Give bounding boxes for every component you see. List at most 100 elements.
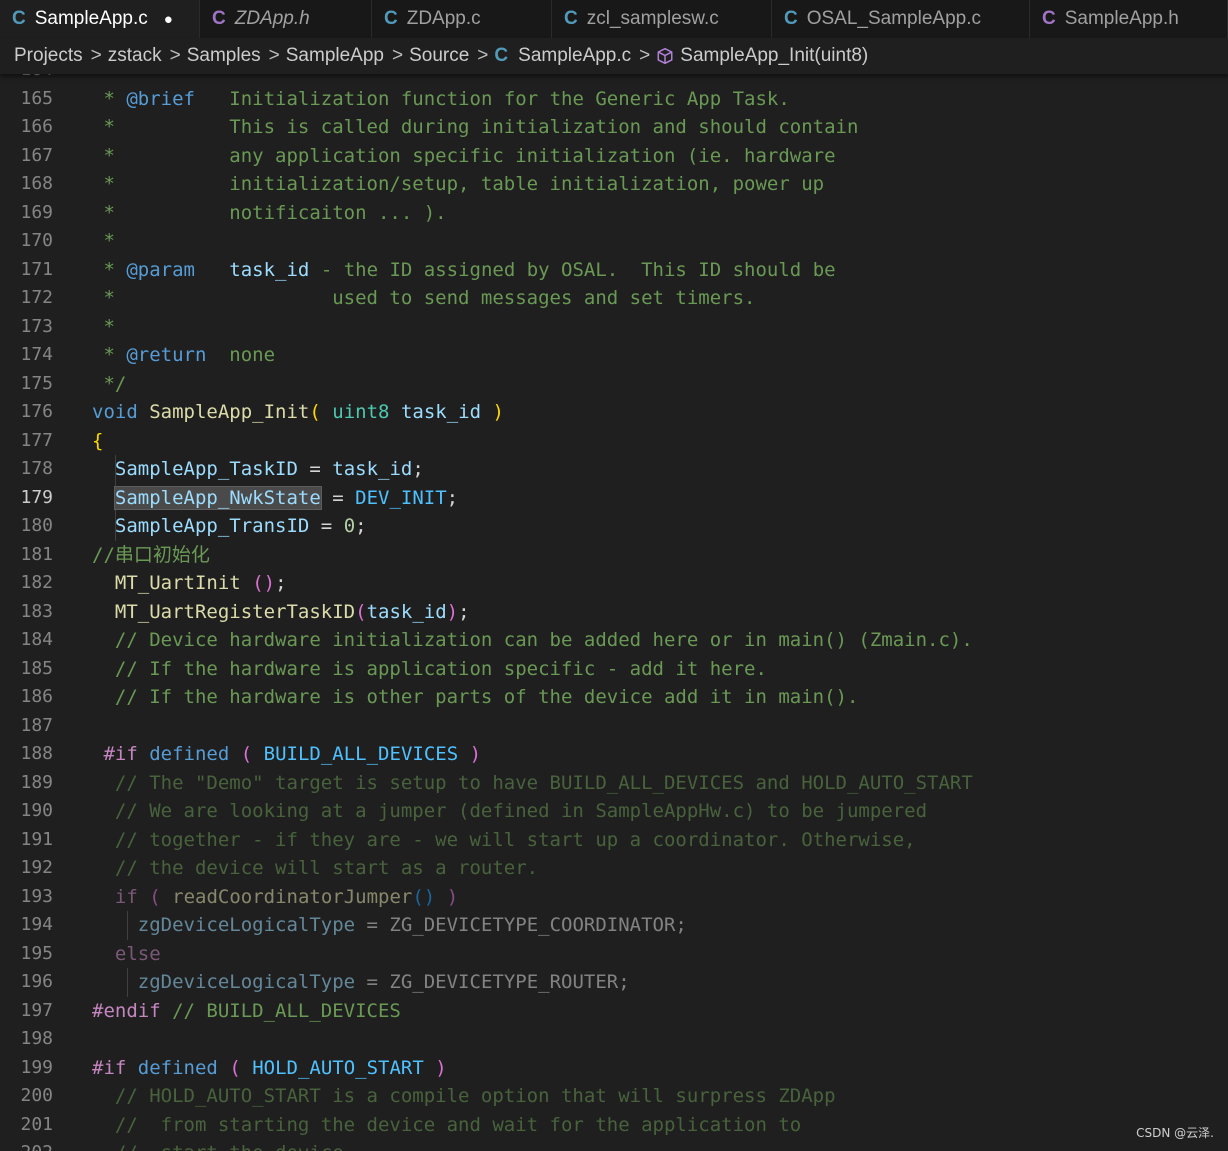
code-line: 180 SampleApp_TransID = 0; (0, 512, 1228, 541)
line-number: 194 (20, 914, 53, 935)
code-line: 194 zgDeviceLogicalType = ZG_DEVICETYPE_… (0, 911, 1228, 940)
line-number: 174 (20, 344, 53, 365)
code-line: 202 // start the device. (0, 1139, 1228, 1151)
line-number: 177 (20, 429, 53, 451)
breadcrumb-item[interactable]: Samples (187, 45, 261, 67)
code-token: DEV_INIT (355, 486, 447, 509)
code-line: 200 // HOLD_AUTO_START is a compile opti… (0, 1082, 1228, 1111)
code-token: zgDeviceLogicalType (137, 971, 356, 993)
code-token: ( (229, 1056, 241, 1079)
code-line: 193 if ( readCoordinatorJumper() ) (0, 883, 1228, 912)
tab-zdapp-h[interactable]: C ZDApp.h (200, 0, 372, 38)
code-line: 179 SampleApp_NwkState = DEV_INIT; (0, 483, 1228, 513)
line-number: 173 (20, 315, 53, 337)
line-number: 165 (20, 87, 53, 109)
code-token: * (92, 74, 126, 81)
code-token: ) (446, 885, 459, 908)
code-token: uint8 (332, 401, 390, 423)
code-text: * used to send messages and set timers. (92, 284, 755, 313)
tab-sampleapp-h[interactable]: C SampleApp.h (1030, 0, 1228, 38)
code-text: // Device hardware initialization can be… (92, 626, 973, 655)
code-editor[interactable]: 164 * 165 * @brief Initialization functi… (0, 74, 1228, 1151)
code-text: SampleApp_NwkState = DEV_INIT; (92, 484, 458, 513)
code-line: 187 (0, 712, 1228, 741)
line-number: 193 (20, 885, 53, 907)
c-file-icon: C (784, 8, 798, 29)
breadcrumb-item[interactable]: SampleApp (286, 45, 384, 67)
watermark: CSDN @云泽. (1136, 1126, 1214, 1140)
code-line: 166 * This is called during initializati… (0, 113, 1228, 142)
line-number: 191 (20, 828, 53, 850)
code-text: * @return none (92, 341, 275, 370)
code-token: task_id (332, 458, 413, 480)
code-token: SampleApp_Init (149, 401, 310, 423)
code-text: * any application specific initializatio… (92, 142, 835, 171)
code-token: else (114, 942, 161, 965)
tab-osal-sampleapp-c[interactable]: C OSAL_SampleApp.c (772, 0, 1030, 38)
code-line: 172 * used to send messages and set time… (0, 284, 1228, 313)
line-number: 182 (20, 572, 53, 593)
code-token: = (297, 458, 333, 480)
tab-zcl-samplesw-c[interactable]: Czcl_samplesw.c (552, 0, 772, 38)
breadcrumb-symbol[interactable]: SampleApp_Init(uint8) (680, 45, 868, 67)
breadcrumb-item[interactable]: Source (409, 45, 469, 67)
c-file-icon: C (212, 8, 226, 29)
code-token: MT_UartInit (114, 572, 241, 594)
tab-bar: C SampleApp.c ● C ZDApp.h C ZDApp.c Czcl_sample… (0, 0, 1228, 38)
code-line: 188 #if defined ( BUILD_ALL_DEVICES ) (0, 740, 1228, 769)
code-line: 169 * notificaiton ... ). (0, 199, 1228, 228)
code-line: 192 // the device will start as a router… (0, 854, 1228, 883)
code-text: MT_UartInit (); (92, 569, 287, 598)
code-token: * (92, 258, 127, 281)
line-number: 170 (20, 230, 53, 251)
code-token: ( (309, 401, 321, 423)
code-token: SampleApp_NwkState (113, 485, 322, 510)
code-token: ; (458, 600, 470, 623)
breadcrumb-item[interactable]: Projects (14, 45, 83, 67)
code-token: // The "Demo" target is setup to have BU… (92, 771, 973, 794)
breadcrumb-item[interactable]: zstack (108, 45, 162, 67)
code-token: ; (275, 572, 287, 594)
line-number: 197 (20, 999, 53, 1021)
code-token: BUILD_ALL_DEVICES (263, 743, 459, 765)
breadcrumb-file[interactable]: SampleApp.c (518, 45, 631, 67)
line-number: 172 (20, 287, 53, 308)
code-token: ; (412, 458, 424, 480)
code-text: * @brief Initialization function for the… (92, 85, 789, 114)
symbol-method-icon (656, 47, 674, 65)
code-token: void (92, 401, 138, 423)
code-text: // The "Demo" target is setup to have BU… (92, 769, 973, 798)
code-token: = ZG_DEVICETYPE_ROUTER; (355, 971, 630, 993)
code-token: // the device will start as a router. (92, 857, 539, 879)
code-token: * (92, 344, 127, 366)
line-number: 180 (20, 515, 53, 536)
line-number: 168 (20, 173, 53, 194)
code-token: SampleApp_TaskID (114, 458, 298, 480)
code-line: 191 // together - if they are - we will … (0, 826, 1228, 855)
code-text: // If the hardware is application specif… (92, 655, 767, 684)
code-text: // together - if they are - we will star… (92, 826, 916, 855)
line-number: 200 (20, 1085, 53, 1106)
code-text: #if defined ( HOLD_AUTO_START ) (92, 1054, 447, 1083)
code-line: 189 // The "Demo" target is setup to hav… (0, 769, 1228, 798)
code-text: void SampleApp_Init( uint8 task_id ) (92, 398, 504, 427)
tab-sampleapp-c[interactable]: C SampleApp.c ● (0, 0, 200, 38)
tab-zdapp-c[interactable]: C ZDApp.c (372, 0, 552, 38)
unsaved-dot-icon[interactable]: ● (164, 11, 173, 28)
code-token: */ (92, 372, 127, 395)
